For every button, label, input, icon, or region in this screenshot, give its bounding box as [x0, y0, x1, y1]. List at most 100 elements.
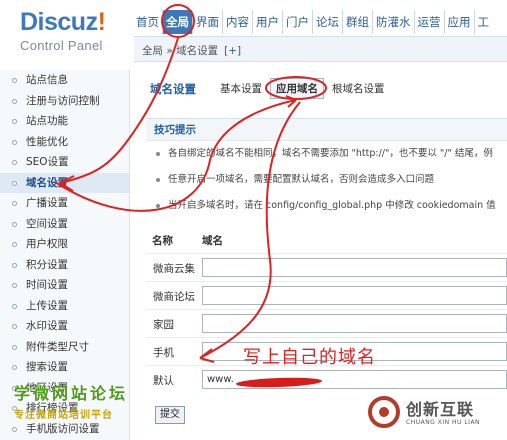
- column-header-name: 名称: [152, 235, 173, 247]
- tip-text: 当开启多域名时，请在 config/config_global.php 中修改 …: [168, 200, 496, 211]
- sidebar-item-upload[interactable]: 上传设置: [0, 296, 129, 317]
- sidebar-item-attachment-types[interactable]: 附件类型尺寸: [0, 337, 129, 358]
- nav-item-forum[interactable]: 论坛: [313, 10, 343, 34]
- tab-app-domains[interactable]: 应用域名: [270, 78, 324, 99]
- add-shortcut-link[interactable]: [+]: [224, 45, 241, 57]
- sidebar-item-time[interactable]: 时间设置: [0, 275, 129, 296]
- bullet-icon: [12, 344, 17, 350]
- sidebar-item-label: 时间设置: [26, 279, 68, 291]
- watermark-left-title: 学微网站论坛: [14, 384, 129, 403]
- tab-basic-settings[interactable]: 基本设置: [214, 78, 268, 99]
- table-row: 微商云集: [146, 253, 507, 281]
- sidebar-item-space[interactable]: 空间设置: [0, 214, 129, 235]
- watermark-left: 学微网站论坛 专注微商站培训平台: [14, 380, 128, 421]
- watermark-right-name: 创新互联: [406, 400, 475, 419]
- domain-table-header: 名称 域名: [152, 231, 507, 251]
- bullet-icon: [12, 324, 17, 329]
- sidebar-item-seo[interactable]: SEO设置: [0, 152, 129, 173]
- table-row: 默认 www.: [146, 365, 507, 393]
- row-label: 家园: [153, 319, 174, 331]
- bullet-icon: [12, 201, 17, 206]
- tip-text: 任意开启一项域名，需要配置默认域名，否则会造成多入口问题: [168, 174, 435, 185]
- bullet-icon: [12, 426, 17, 432]
- sidebar-item-performance[interactable]: 性能优化: [0, 132, 129, 153]
- tip-text: 各自绑定的域名不能相同，域名不需要添加 "http://"，也不要以 "/" 结…: [168, 148, 493, 159]
- logo-title-mark: !: [97, 8, 106, 36]
- tab-root-domain[interactable]: 根域名设置: [326, 78, 391, 99]
- top-nav: 首页 全局 界面 内容 用户 门户 论坛 群组 防灌水 运营 应用 工: [133, 10, 492, 34]
- bullet-icon: [12, 78, 17, 83]
- nav-item-portal[interactable]: 门户: [283, 10, 313, 34]
- sidebar-item-label: 水印设置: [26, 320, 68, 332]
- nav-item-anti-spam[interactable]: 防灌水: [373, 10, 415, 34]
- sidebar-item-label: SEO设置: [26, 156, 69, 168]
- bullet-icon: [156, 178, 160, 182]
- logo-title: Discuz!: [20, 8, 106, 36]
- watermark-right: 创新互联 CHUANG XIN HU LIAN: [368, 392, 507, 436]
- watermark-right-subtitle: CHUANG XIN HU LIAN: [406, 419, 481, 426]
- header: Discuz! Control Panel 首页 全局 界面 内容 用户 门户 …: [0, 0, 507, 62]
- sidebar-item-credits[interactable]: 积分设置: [0, 255, 129, 276]
- row-label: 手机: [153, 347, 174, 359]
- page-title: 域名设置: [150, 82, 196, 96]
- row-label: 微商云集: [153, 263, 195, 275]
- submit-button[interactable]: 提交: [155, 406, 185, 424]
- breadcrumb-text: 全局 » 域名设置: [142, 45, 219, 57]
- sidebar-item-label: 性能优化: [26, 135, 68, 148]
- sidebar-item-domain[interactable]: 域名设置: [0, 172, 129, 193]
- sidebar-item-watermark[interactable]: 水印设置: [0, 316, 129, 337]
- tip-item: 任意开启一项域名，需要配置默认域名，否则会造成多入口问题: [146, 167, 507, 193]
- nav-item-apps[interactable]: 应用: [445, 10, 475, 34]
- sidebar-item-label: 上传设置: [26, 299, 68, 312]
- nav-item-groups[interactable]: 群组: [343, 10, 373, 34]
- tip-item: 当开启多域名时，请在 config/config_global.php 中修改 …: [146, 193, 507, 219]
- breadcrumb: 全局 » 域名设置 [+]: [142, 43, 241, 58]
- logo-title-main: Discuz: [20, 8, 98, 36]
- sidebar-item-label: 注册与访问控制: [26, 94, 100, 107]
- settings-tabs: 基本设置 应用域名 根域名设置: [214, 78, 393, 99]
- watermark-left-subtitle: 专注微商站培训平台: [14, 410, 113, 421]
- annotation-text: 写上自己的域名: [243, 347, 376, 368]
- sidebar-item-label: 域名设置: [26, 176, 68, 189]
- domain-input[interactable]: [202, 314, 507, 333]
- sidebar-item-site-features[interactable]: 站点功能: [0, 111, 129, 132]
- bullet-icon: [12, 365, 17, 370]
- sidebar-item-mobile-access[interactable]: 手机版访问设置: [0, 419, 129, 440]
- nav-item-users[interactable]: 用户: [253, 10, 283, 34]
- nav-item-interface[interactable]: 界面: [193, 10, 223, 34]
- sidebar-item-label: 站点信息: [26, 74, 68, 86]
- domain-input[interactable]: [202, 258, 507, 277]
- sidebar-item-search[interactable]: 搜索设置: [0, 357, 129, 378]
- bullet-icon: [12, 119, 17, 124]
- sidebar-item-permissions[interactable]: 用户权限: [0, 234, 129, 255]
- nav-item-global[interactable]: 全局: [163, 10, 193, 34]
- sidebar-item-label: 附件类型尺寸: [26, 340, 89, 353]
- bullet-icon: [12, 303, 17, 309]
- nav-item-operations[interactable]: 运营: [415, 10, 445, 34]
- domain-input[interactable]: [202, 286, 507, 305]
- bullet-icon: [12, 262, 17, 268]
- discuz-logo[interactable]: Discuz! Control Panel: [20, 8, 106, 53]
- bullet-icon: [12, 160, 17, 165]
- logo-subtitle: Control Panel: [20, 38, 103, 53]
- bullet-icon: [156, 204, 160, 208]
- table-row: 家园: [146, 309, 507, 337]
- column-header-domain: 域名: [202, 235, 223, 247]
- nav-item-tools[interactable]: 工: [475, 10, 493, 34]
- main-panel: 域名设置 基本设置 应用域名 根域名设置 技巧提示 各自绑定的域名不能相同，域名…: [140, 70, 507, 440]
- tips-title: 技巧提示: [146, 119, 507, 141]
- bullet-icon: [12, 283, 17, 288]
- bullet-icon: [12, 98, 17, 104]
- tip-item: 各自绑定的域名不能相同，域名不需要添加 "http://"，也不要以 "/" 结…: [146, 141, 507, 167]
- sidebar-item-broadcast[interactable]: 广播设置: [0, 193, 129, 214]
- nav-item-content[interactable]: 内容: [223, 10, 253, 34]
- sidebar-item-register-access[interactable]: 注册与访问控制: [0, 91, 129, 112]
- table-row: 微商论坛: [146, 281, 507, 309]
- tips-box: 技巧提示 各自绑定的域名不能相同，域名不需要添加 "http://"，也不要以 …: [146, 118, 507, 224]
- nav-item-home[interactable]: 首页: [133, 10, 163, 34]
- sidebar-item-label: 站点功能: [26, 115, 68, 127]
- sidebar-item-site-info[interactable]: 站点信息: [0, 70, 129, 91]
- bullet-icon: [156, 152, 160, 156]
- sidebar-item-label: 手机版访问设置: [26, 422, 100, 435]
- bullet-icon: [12, 221, 17, 227]
